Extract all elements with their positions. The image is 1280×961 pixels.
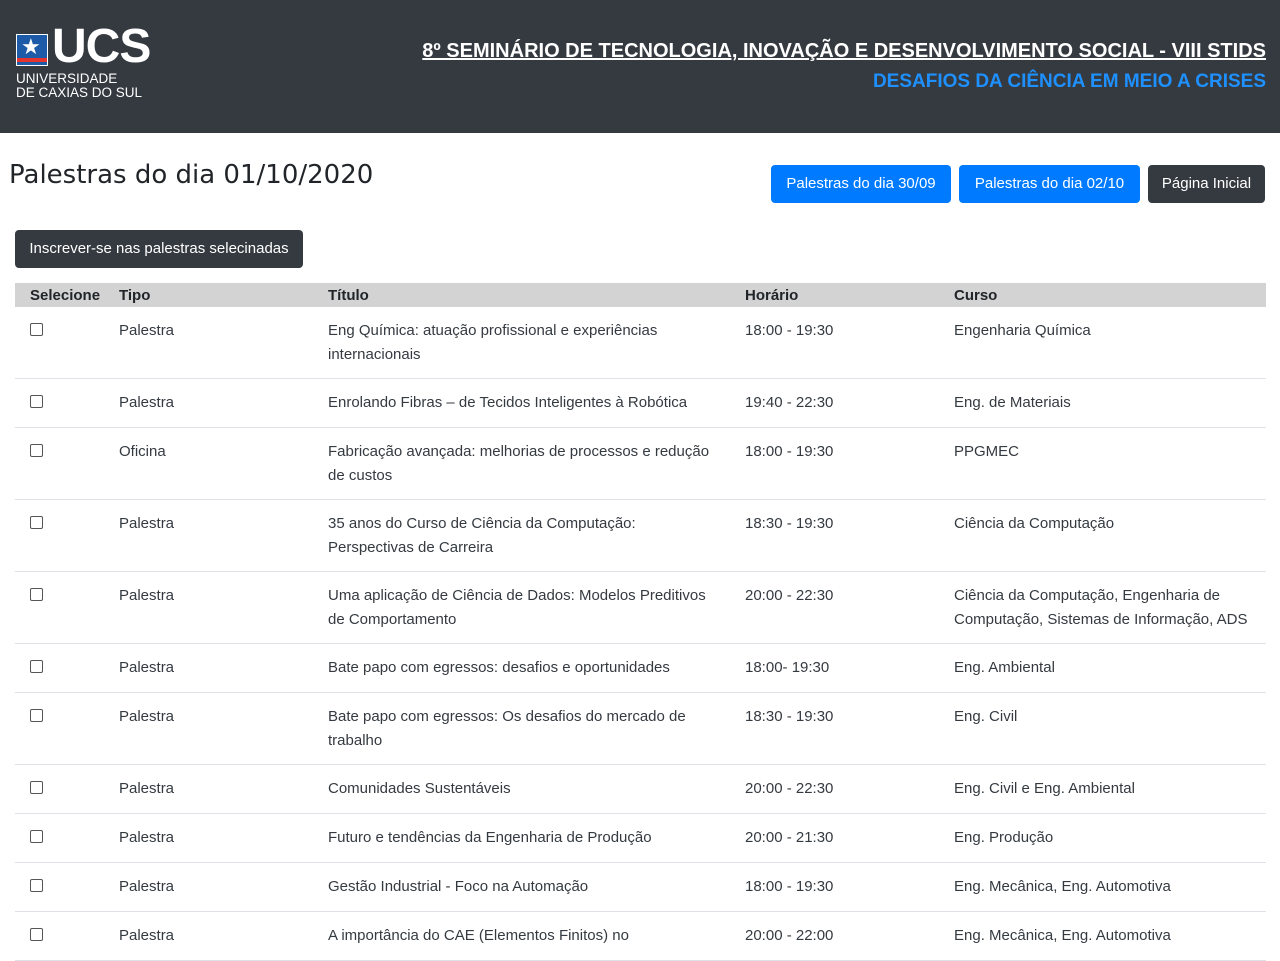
select-checkbox[interactable] <box>30 879 43 892</box>
row-curso: Ciência da Computação <box>954 499 1266 572</box>
talks-table: Selecione Tipo Título Horário Curso Pale… <box>15 283 1266 961</box>
table-row: Palestra Uma aplicação de Ciência de Dado… <box>15 571 1266 644</box>
select-checkbox[interactable] <box>30 588 43 601</box>
prev-day-button[interactable]: Palestras do dia 30/09 <box>771 165 951 203</box>
row-curso: PPGMEC <box>954 427 1266 500</box>
row-select-cell <box>15 643 119 693</box>
table-row: Palestra Comunidades Sustentáveis 20:00 - … <box>15 764 1266 814</box>
row-curso: Eng. de Materiais <box>954 378 1266 428</box>
select-checkbox[interactable] <box>30 516 43 529</box>
select-checkbox[interactable] <box>30 781 43 794</box>
next-day-button[interactable]: Palestras do dia 02/10 <box>959 165 1140 203</box>
row-curso: Eng. Mecânica, Eng. Automotiva <box>954 862 1266 912</box>
row-curso: Eng. Civil e Eng. Ambiental <box>954 764 1266 814</box>
row-titulo: Futuro e tendências da Engenharia de Pro… <box>328 813 745 863</box>
row-titulo: Fabricação avançada: melhorias de proces… <box>328 427 745 500</box>
row-horario: 18:00- 19:30 <box>745 643 954 693</box>
header-horario: Horário <box>745 287 799 304</box>
select-checkbox[interactable] <box>30 323 43 336</box>
row-horario: 20:00 - 22:00 <box>745 911 954 961</box>
row-horario: 20:00 - 22:30 <box>745 571 954 644</box>
row-select-cell <box>15 307 119 379</box>
row-titulo: Enrolando Fibras – de Tecidos Inteligent… <box>328 378 745 428</box>
select-checkbox[interactable] <box>30 928 43 941</box>
row-titulo: Comunidades Sustentáveis <box>328 764 745 814</box>
row-tipo: Palestra <box>119 764 328 814</box>
table-row: Palestra Gestão Industrial - Foco na Auto… <box>15 862 1266 912</box>
table-row: Palestra 35 anos do Curso de Ciência da C… <box>15 499 1266 572</box>
row-curso: Eng. Civil <box>954 692 1266 765</box>
row-tipo: Palestra <box>119 862 328 912</box>
row-horario: 18:30 - 19:30 <box>745 692 954 765</box>
row-select-cell <box>15 813 119 863</box>
ucs-logo[interactable]: ★ UCS UNIVERSIDADE DE CAXIAS DO SUL <box>16 22 151 100</box>
row-titulo: A importância do CAE (Elementos Finitos)… <box>328 911 745 961</box>
row-titulo: Eng Química: atuação profissional e expe… <box>328 307 745 379</box>
row-tipo: Palestra <box>119 499 328 572</box>
row-curso: Engenharia Química <box>954 307 1266 379</box>
row-tipo: Palestra <box>119 571 328 644</box>
table-row: Palestra Eng Química: atuação profissiona… <box>15 307 1266 379</box>
row-horario: 20:00 - 22:30 <box>745 764 954 814</box>
row-select-cell <box>15 862 119 912</box>
select-checkbox[interactable] <box>30 709 43 722</box>
logo-wordmark: UCS <box>52 20 151 73</box>
row-select-cell <box>15 571 119 644</box>
row-select-cell <box>15 692 119 765</box>
table-row: Palestra A importância do CAE (Elementos … <box>15 911 1266 961</box>
row-tipo: Palestra <box>119 911 328 961</box>
row-titulo: 35 anos do Curso de Ciência da Computaçã… <box>328 499 745 572</box>
row-titulo: Bate papo com egressos: Os desafios do m… <box>328 692 745 765</box>
row-horario: 18:00 - 19:30 <box>745 427 954 500</box>
row-tipo: Palestra <box>119 643 328 693</box>
row-select-cell <box>15 911 119 961</box>
home-button[interactable]: Página Inicial <box>1148 165 1265 203</box>
header-tipo: Tipo <box>119 287 151 304</box>
row-tipo: Palestra <box>119 378 328 428</box>
select-checkbox[interactable] <box>30 395 43 408</box>
table-row: Palestra Futuro e tendências da Engenhari… <box>15 813 1266 863</box>
select-checkbox[interactable] <box>30 444 43 457</box>
row-horario: 20:00 - 21:30 <box>745 813 954 863</box>
row-horario: 18:00 - 19:30 <box>745 862 954 912</box>
subscribe-selected-button[interactable]: Inscrever-se nas palestras selecinadas <box>15 230 303 268</box>
row-select-cell <box>15 499 119 572</box>
row-horario: 18:00 - 19:30 <box>745 307 954 379</box>
table-row: Palestra Bate papo com egressos: Os desaf… <box>15 692 1266 765</box>
row-curso: Eng. Ambiental <box>954 643 1266 693</box>
table-row: Palestra Enrolando Fibras – de Tecidos In… <box>15 378 1266 428</box>
table-row: Palestra Bate papo com egressos: desafios… <box>15 643 1266 693</box>
row-select-cell <box>15 427 119 500</box>
page-title: Palestras do dia 01/10/2020 <box>9 160 374 190</box>
row-tipo: Palestra <box>119 813 328 863</box>
header-selecione: Selecione <box>30 287 101 304</box>
seminar-subtitle: DESAFIOS DA CIÊNCIA EM MEIO A CRISES <box>872 71 1266 92</box>
row-titulo: Uma aplicação de Ciência de Dados: Model… <box>328 571 745 644</box>
row-titulo: Gestão Industrial - Foco na Automação <box>328 862 745 912</box>
row-titulo: Bate papo com egressos: desafios e oport… <box>328 643 745 693</box>
row-curso: Eng. Produção <box>954 813 1266 863</box>
row-tipo: Palestra <box>119 692 328 765</box>
table-header-row: Selecione Tipo Título Horário Curso <box>15 283 1266 307</box>
site-header: ★ UCS UNIVERSIDADE DE CAXIAS DO SUL 8º S… <box>0 0 1280 133</box>
logo-line-2: DE CAXIAS DO SUL <box>16 85 143 100</box>
row-select-cell <box>15 764 119 814</box>
header-curso: Curso <box>954 287 998 304</box>
row-select-cell <box>15 378 119 428</box>
table-row: Oficina Fabricação avançada: melhorias de… <box>15 427 1266 500</box>
row-horario: 19:40 - 22:30 <box>745 378 954 428</box>
seminar-title-link[interactable]: 8º SEMINÁRIO DE TECNOLOGIA, INOVAÇÃO E D… <box>422 40 1266 63</box>
row-horario: 18:30 - 19:30 <box>745 499 954 572</box>
header-titulo: Título <box>328 287 369 304</box>
row-tipo: Oficina <box>119 427 328 500</box>
row-curso: Ciência da Computação, Engenharia de Com… <box>954 571 1266 644</box>
select-checkbox[interactable] <box>30 830 43 843</box>
row-tipo: Palestra <box>119 307 328 379</box>
logo-line-1: UNIVERSIDADE <box>16 71 118 86</box>
star-flag-icon: ★ <box>16 34 48 66</box>
select-checkbox[interactable] <box>30 660 43 673</box>
row-curso: Eng. Mecânica, Eng. Automotiva <box>954 911 1266 961</box>
